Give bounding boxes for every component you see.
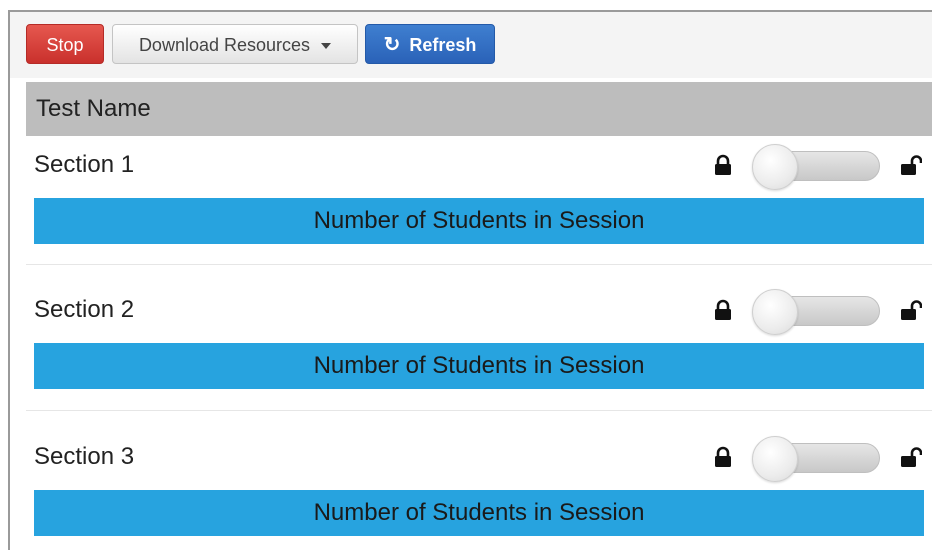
lock-icon: [715, 299, 731, 320]
section-title: Section 2: [34, 296, 135, 323]
toolbar: Stop Download Resources ↻ Refresh: [10, 12, 932, 78]
table-header: Test Name: [26, 82, 932, 136]
lock-toggle[interactable]: [752, 436, 882, 482]
test-name-header: Test Name: [36, 95, 151, 122]
toggle-knob[interactable]: [752, 144, 798, 190]
unlock-icon: [901, 155, 922, 175]
students-in-session-label: Number of Students in Session: [313, 499, 645, 526]
lock-toggle[interactable]: [752, 144, 882, 190]
students-in-session-label: Number of Students in Session: [313, 207, 645, 234]
students-in-session-bar[interactable]: Number of Students in Session: [34, 343, 924, 389]
refresh-icon: ↻: [383, 34, 401, 56]
toggle-knob[interactable]: [752, 436, 798, 482]
students-in-session-label: Number of Students in Session: [313, 352, 645, 379]
section-divider: [26, 410, 932, 411]
students-in-session-bar[interactable]: Number of Students in Session: [34, 490, 924, 536]
section-title: Section 3: [34, 443, 135, 470]
lock-icon: [715, 154, 731, 175]
section-divider: [26, 264, 932, 265]
lock-toggle[interactable]: [752, 289, 882, 335]
unlock-icon: [901, 300, 922, 320]
refresh-button[interactable]: ↻ Refresh: [365, 24, 495, 64]
stop-button[interactable]: Stop: [26, 24, 104, 64]
download-resources-dropdown[interactable]: Download Resources: [112, 24, 358, 64]
stop-button-label: Stop: [46, 35, 84, 55]
download-resources-label: Download Resources: [138, 35, 311, 55]
students-in-session-bar[interactable]: Number of Students in Session: [34, 198, 924, 244]
refresh-button-label: Refresh: [409, 35, 477, 55]
caret-down-icon: [321, 43, 332, 50]
lock-icon: [715, 446, 731, 467]
unlock-icon: [901, 447, 922, 467]
section-title: Section 1: [34, 151, 135, 178]
toggle-knob[interactable]: [752, 289, 798, 335]
session-panel: Stop Download Resources ↻ Refresh Test N…: [8, 10, 932, 550]
